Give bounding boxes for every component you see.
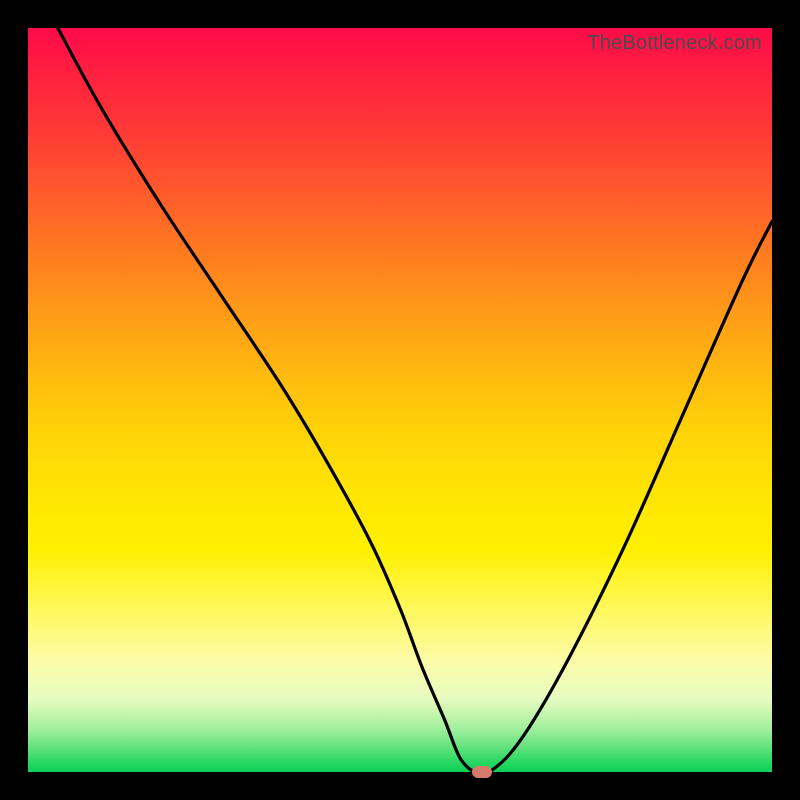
chart-frame: TheBottleneck.com (0, 0, 800, 800)
optimum-marker (472, 766, 492, 778)
curve-path (58, 28, 772, 772)
bottleneck-curve (28, 28, 772, 772)
plot-area: TheBottleneck.com (28, 28, 772, 772)
